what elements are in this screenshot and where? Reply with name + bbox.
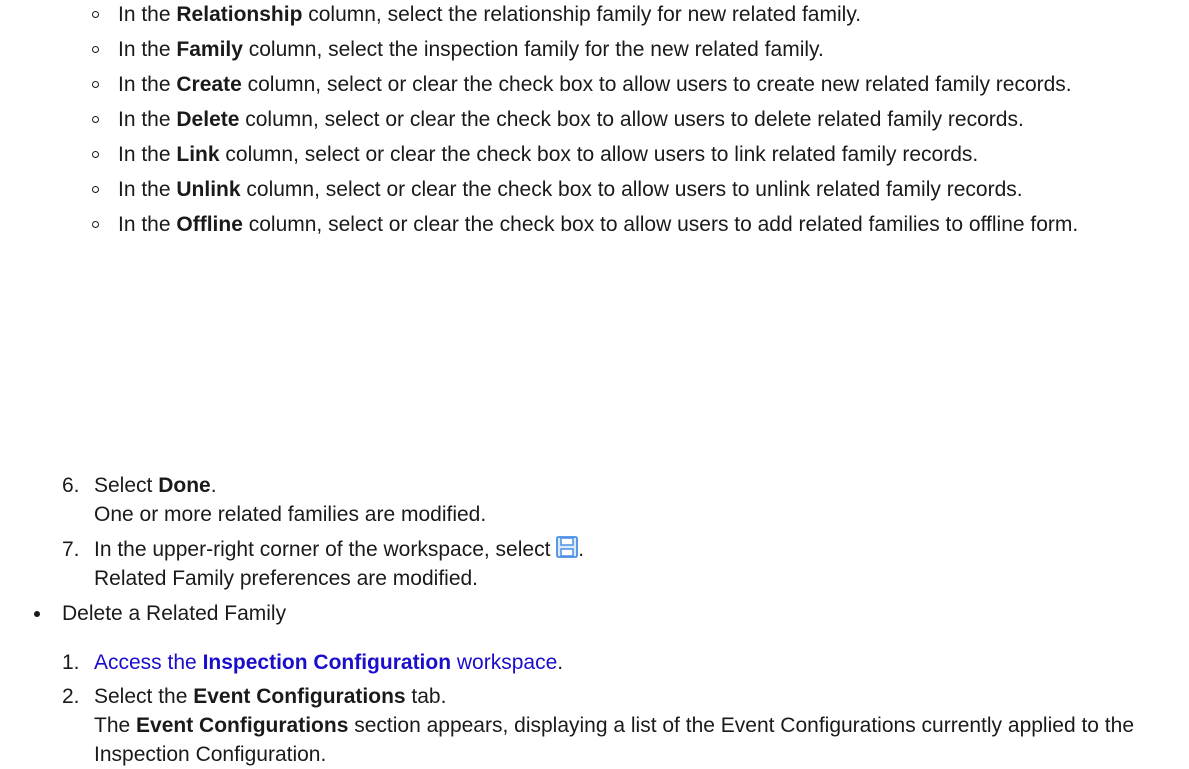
sub-step-text: column, select the relationship family f…	[302, 3, 862, 26]
step-6: 6. Select Done. One or more related fami…	[62, 471, 1189, 529]
circle-bullet-icon	[92, 151, 99, 158]
list-item: In the Link column, select or clear the …	[90, 140, 1170, 169]
inspection-configuration-link[interactable]: Access the Inspection Configuration work…	[94, 651, 557, 674]
disc-bullet-icon	[34, 611, 40, 617]
sub-step-text: column, select or clear the check box to…	[241, 73, 1072, 96]
step-text: Select	[94, 474, 159, 497]
sub-step-text: column, select or clear the check box to…	[240, 178, 1023, 201]
circle-bullet-icon	[92, 116, 99, 123]
list-item: In the Relationship column, select the r…	[90, 0, 1170, 29]
step-result: Related Family preferences are modified.	[94, 567, 479, 590]
save-icon	[556, 536, 579, 558]
delete-section: Delete a Related Family	[28, 599, 1189, 628]
column-name: Family	[176, 38, 243, 61]
step-text: .	[578, 538, 585, 561]
list-item: In the Offline column, select or clear t…	[90, 210, 1170, 239]
step-7: 7. In the upper-right corner of the work…	[62, 535, 1189, 593]
sub-step-text: In the	[118, 213, 177, 236]
step-number: 7.	[62, 538, 80, 561]
circle-bullet-icon	[92, 46, 99, 53]
section-name: Event Configurations	[136, 714, 349, 737]
step-result: One or more related families are modifie…	[94, 503, 487, 526]
sub-step-text: column, select or clear the check box to…	[242, 213, 1079, 236]
step-number: 1.	[62, 651, 80, 674]
sub-step-text: column, select or clear the check box to…	[239, 108, 1024, 131]
sub-step-text: In the	[118, 143, 177, 166]
sub-step-text: In the	[118, 38, 177, 61]
column-name: Create	[176, 73, 242, 96]
sub-step-text: column, select the inspection family for…	[242, 38, 824, 61]
list-item: In the Delete column, select or clear th…	[90, 105, 1170, 134]
sub-step-text: In the	[118, 108, 177, 131]
column-name: Delete	[176, 108, 240, 131]
sub-step-text: column, select or clear the check box to…	[219, 143, 979, 166]
step-number: 2.	[62, 685, 80, 708]
step-number: 6.	[62, 474, 80, 497]
sub-step-text: In the	[118, 73, 177, 96]
sub-step-text: In the	[118, 178, 177, 201]
step-text: tab.	[405, 685, 447, 708]
circle-bullet-icon	[92, 11, 99, 18]
section-title: Delete a Related Family	[62, 602, 287, 625]
step-text: In the upper-right corner of the workspa…	[94, 538, 557, 561]
circle-bullet-icon	[92, 81, 99, 88]
column-name: Unlink	[176, 178, 241, 201]
button-name: Done	[158, 474, 211, 497]
column-name: Offline	[176, 213, 243, 236]
list-item: In the Unlink column, select or clear th…	[90, 175, 1170, 204]
sub-step-list: In the Relationship column, select the r…	[90, 0, 1170, 245]
step-result: The	[94, 714, 137, 737]
delete-step-1: 1. Access the Inspection Configuration w…	[62, 648, 1189, 677]
list-item: In the Create column, select or clear th…	[90, 70, 1170, 99]
column-name: Link	[176, 143, 220, 166]
tab-name: Event Configurations	[193, 685, 406, 708]
delete-step-2: 2. Select the Event Configurations tab. …	[62, 682, 1189, 769]
step-text: .	[557, 651, 564, 674]
circle-bullet-icon	[92, 186, 99, 193]
step-text: .	[210, 474, 217, 497]
step-text: Select the	[94, 685, 194, 708]
column-name: Relationship	[176, 3, 303, 26]
sub-step-text: In the	[118, 3, 177, 26]
circle-bullet-icon	[92, 221, 99, 228]
list-item: In the Family column, select the inspect…	[90, 35, 1170, 64]
